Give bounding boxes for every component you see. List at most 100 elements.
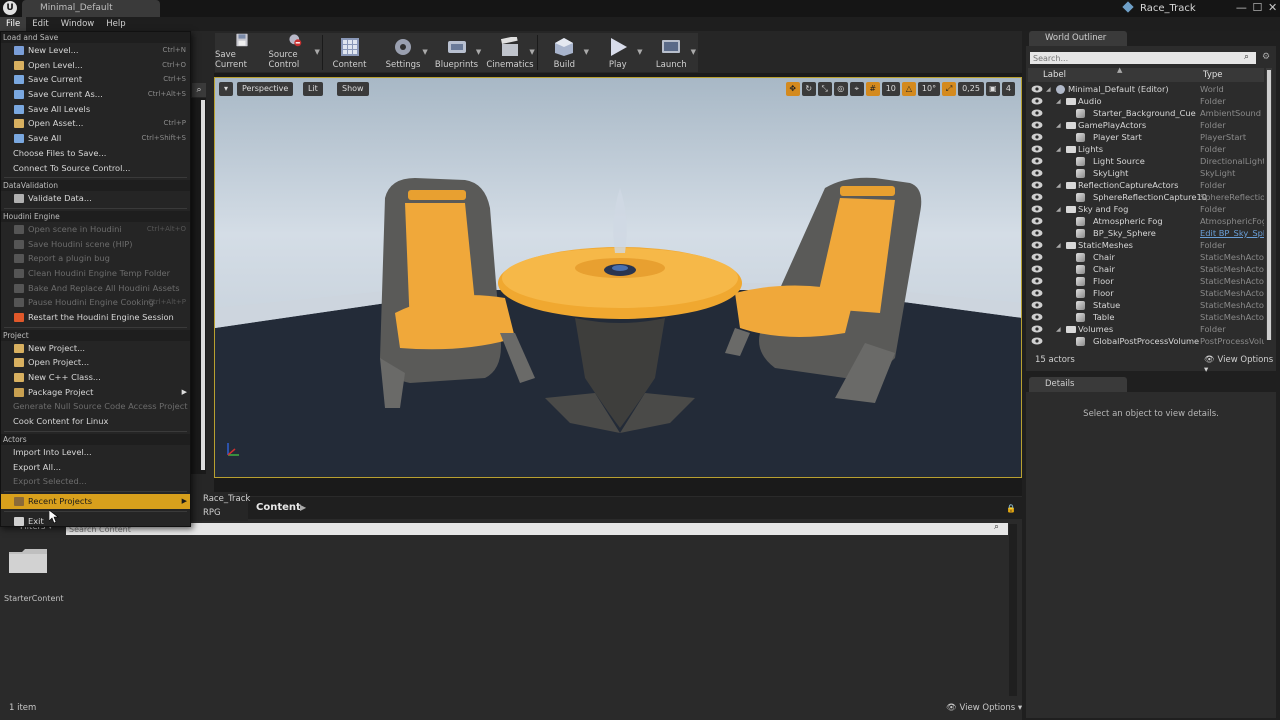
visibility-eye-icon[interactable] — [1031, 241, 1043, 249]
grid-snap-value[interactable]: 10 — [881, 82, 900, 96]
content-breadcrumb[interactable]: Content — [256, 502, 301, 513]
chevron-down-icon[interactable]: ▼ — [315, 48, 320, 56]
sort-ascending-icon[interactable]: ▲ — [1117, 66, 1122, 74]
menu-item-new-project[interactable]: New Project... — [1, 341, 190, 356]
chevron-down-icon[interactable]: ▼ — [691, 48, 696, 56]
show-button[interactable]: Show — [337, 82, 369, 96]
chevron-down-icon[interactable]: ▼ — [529, 48, 534, 56]
visibility-eye-icon[interactable] — [1031, 169, 1043, 177]
maximize-button[interactable]: ☐ — [1252, 0, 1262, 17]
world-space-icon[interactable]: ◎ — [833, 82, 848, 96]
visibility-eye-icon[interactable] — [1031, 85, 1043, 93]
blueprints-button[interactable]: Blueprints ▼ — [430, 33, 483, 72]
edit-blueprint-link[interactable]: Edit BP_Sky_Sph — [1200, 228, 1264, 238]
move-tool-icon[interactable]: ✥ — [785, 82, 800, 96]
rotation-snap-icon[interactable]: △ — [901, 82, 916, 96]
outliner-row[interactable]: Player Start PlayerStart — [1028, 131, 1264, 143]
folder-icon[interactable] — [8, 548, 48, 574]
visibility-eye-icon[interactable] — [1031, 97, 1043, 105]
chevron-down-icon[interactable]: ▼ — [584, 48, 589, 56]
outliner-row[interactable]: Starter_Background_Cue AmbientSound — [1028, 107, 1264, 119]
visibility-eye-icon[interactable] — [1031, 289, 1043, 297]
menu-item-export-all[interactable]: Export All... — [1, 460, 190, 475]
outliner-row[interactable]: Statue StaticMeshActor — [1028, 299, 1264, 311]
chevron-down-icon[interactable]: ▼ — [422, 48, 427, 56]
outliner-row[interactable]: Chair StaticMeshActor — [1028, 263, 1264, 275]
rotate-tool-icon[interactable]: ↻ — [801, 82, 816, 96]
outliner-row[interactable]: ◢ Minimal_Default (Editor) World — [1028, 83, 1264, 95]
play-button[interactable]: Play ▼ — [591, 33, 644, 72]
outliner-row[interactable]: Floor StaticMeshActor — [1028, 275, 1264, 287]
menu-item-new-c-class[interactable]: New C++ Class... — [1, 370, 190, 385]
search-icon[interactable]: ⌕ — [1244, 52, 1249, 62]
visibility-eye-icon[interactable] — [1031, 109, 1043, 117]
menu-item-cook-content-for-linux[interactable]: Cook Content for Linux — [1, 414, 190, 429]
menu-file[interactable]: File — [0, 17, 27, 31]
scale-snap-value[interactable]: 0,25 — [958, 82, 984, 96]
menu-help[interactable]: Help — [100, 17, 131, 31]
content-button[interactable]: Content — [323, 33, 376, 72]
visibility-eye-icon[interactable] — [1031, 205, 1043, 213]
chevron-down-icon[interactable]: ▼ — [476, 48, 481, 56]
details-tab[interactable]: Details — [1029, 377, 1127, 392]
surface-snap-icon[interactable]: ⌖ — [849, 82, 864, 96]
level-viewport[interactable]: ▾ Perspective Lit Show ✥ ↻ ⤡ ◎ ⌖ # 10 △ … — [214, 77, 1022, 478]
outliner-row[interactable]: Floor StaticMeshActor — [1028, 287, 1264, 299]
chevron-down-icon[interactable]: ▼ — [637, 48, 642, 56]
visibility-eye-icon[interactable] — [1031, 301, 1043, 309]
chevron-right-icon[interactable]: ▶ — [300, 503, 306, 512]
perspective-button[interactable]: Perspective — [237, 82, 294, 96]
visibility-eye-icon[interactable] — [1031, 157, 1043, 165]
visibility-eye-icon[interactable] — [1031, 181, 1043, 189]
recent-project-item[interactable]: Race_Track — [190, 492, 250, 506]
menu-item-validate-data[interactable]: Validate Data... — [1, 191, 190, 206]
menu-item-open-asset[interactable]: Open Asset... Ctrl+P — [1, 116, 190, 131]
rotation-snap-value[interactable]: 10° — [917, 82, 941, 96]
menu-item-exit[interactable]: Exit — [1, 514, 190, 529]
modes-scrollbar[interactable] — [201, 100, 205, 470]
search-icon[interactable]: ⌕ — [994, 522, 999, 532]
source-control-button[interactable]: Source Control ▼ — [268, 33, 321, 72]
unreal-logo-icon[interactable]: U — [3, 1, 17, 15]
menu-item-choose-files-to-save[interactable]: Choose Files to Save... — [1, 146, 190, 161]
expand-arrow-icon[interactable]: ◢ — [1056, 122, 1061, 129]
lock-icon[interactable]: 🔒 — [1006, 504, 1016, 513]
settings-button[interactable]: Settings ▼ — [376, 33, 429, 72]
close-button[interactable]: ✕ — [1268, 0, 1277, 17]
save-current-button[interactable]: Save Current — [215, 33, 268, 72]
starter-content-folder-label[interactable]: StarterContent — [4, 594, 64, 603]
outliner-row[interactable]: BP_Sky_Sphere Edit BP_Sky_Sph — [1028, 227, 1264, 239]
menu-window[interactable]: Window — [55, 17, 101, 31]
outliner-row[interactable]: ◢ Volumes Folder — [1028, 323, 1264, 335]
menu-item-save-all[interactable]: Save All Ctrl+Shift+S — [1, 131, 190, 146]
recent-project-item[interactable]: RPG — [190, 506, 248, 520]
outliner-row[interactable]: Table StaticMeshActor — [1028, 311, 1264, 323]
outliner-row[interactable]: GlobalPostProcessVolume PostProcessVolu — [1028, 335, 1264, 347]
menu-item-new-level[interactable]: New Level... Ctrl+N — [1, 43, 190, 58]
expand-arrow-icon[interactable]: ◢ — [1056, 242, 1061, 249]
visibility-eye-icon[interactable] — [1031, 253, 1043, 261]
viewport-options-button[interactable]: ▾ — [219, 82, 233, 96]
build-button[interactable]: Build ▼ — [538, 33, 591, 72]
visibility-eye-icon[interactable] — [1031, 145, 1043, 153]
content-view-options-button[interactable]: 👁 View Options ▾ — [946, 703, 1022, 713]
search-icon[interactable]: ⌕ — [192, 83, 206, 97]
menu-item-restart-the-houdini-engine-session[interactable]: Restart the Houdini Engine Session — [1, 310, 190, 325]
gear-icon[interactable]: ⚙ — [1262, 52, 1270, 62]
outliner-row[interactable]: ◢ GamePlayActors Folder — [1028, 119, 1264, 131]
expand-arrow-icon[interactable]: ◢ — [1056, 206, 1061, 213]
column-label-header[interactable]: Label — [1043, 70, 1066, 80]
launch-button[interactable]: Launch ▼ — [645, 33, 698, 72]
outliner-row[interactable]: ◢ Lights Folder — [1028, 143, 1264, 155]
visibility-eye-icon[interactable] — [1031, 133, 1043, 141]
visibility-eye-icon[interactable] — [1031, 325, 1043, 333]
expand-arrow-icon[interactable]: ◢ — [1056, 326, 1061, 333]
outliner-row[interactable]: ◢ StaticMeshes Folder — [1028, 239, 1264, 251]
expand-arrow-icon[interactable]: ◢ — [1056, 182, 1061, 189]
menu-item-package-project[interactable]: Package Project ▶ — [1, 385, 190, 400]
visibility-eye-icon[interactable] — [1031, 337, 1043, 345]
visibility-eye-icon[interactable] — [1031, 277, 1043, 285]
expand-arrow-icon[interactable]: ◢ — [1046, 86, 1051, 93]
menu-item-open-project[interactable]: Open Project... — [1, 355, 190, 370]
content-scrollbar[interactable] — [1009, 524, 1017, 696]
